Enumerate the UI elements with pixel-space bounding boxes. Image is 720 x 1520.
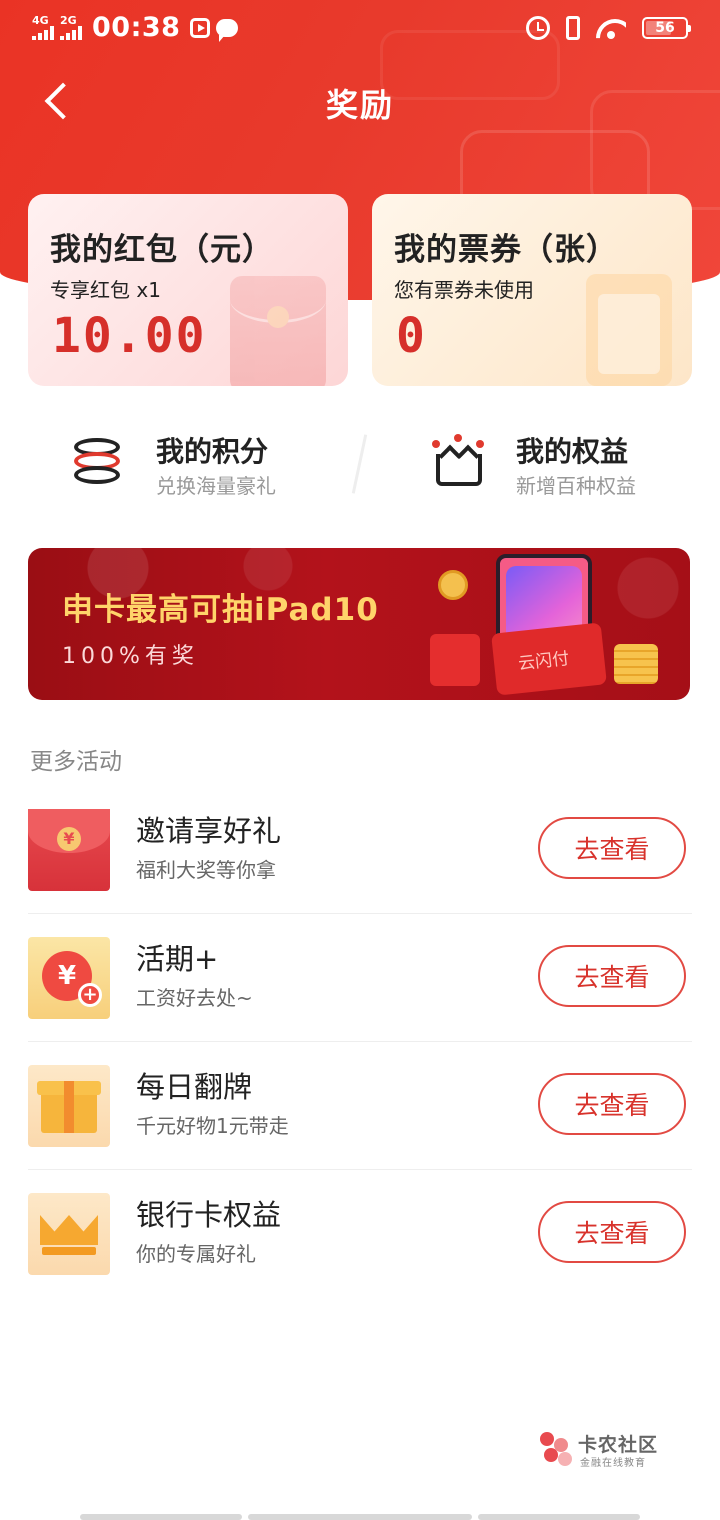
ticket-icon bbox=[586, 274, 672, 386]
coins-icon bbox=[70, 434, 126, 490]
gesture-bar bbox=[80, 1514, 242, 1520]
message-icon bbox=[216, 18, 239, 42]
view-button[interactable]: 去查看 bbox=[538, 945, 686, 1007]
page-title: 奖励 bbox=[325, 86, 394, 124]
community-logo-icon bbox=[540, 1432, 574, 1466]
red-packet-card[interactable]: 我的红包（元） 专享红包 x1 10.00 bbox=[28, 194, 348, 386]
benefits-title: 我的权益 bbox=[516, 435, 629, 468]
wifi-icon bbox=[596, 17, 626, 39]
points-title: 我的积分 bbox=[156, 435, 269, 468]
activity-subtitle: 福利大奖等你拿 bbox=[136, 858, 276, 882]
view-button[interactable]: 去查看 bbox=[538, 817, 686, 879]
red-envelope-icon bbox=[28, 809, 110, 891]
promo-banner[interactable]: 申卡最高可抽iPad10 100%有奖 云闪付 bbox=[28, 548, 690, 700]
activity-title: 邀请享好礼 bbox=[136, 814, 282, 848]
red-packet-amount: 10.00 bbox=[52, 308, 207, 364]
crown-icon bbox=[430, 434, 486, 490]
coin-icon bbox=[438, 570, 468, 600]
yuan-coin-plus-icon: ¥ + bbox=[28, 937, 110, 1019]
video-app-icon bbox=[190, 17, 211, 38]
benefits-entry[interactable]: 我的权益 新增百种权益 bbox=[400, 420, 720, 510]
coupon-title: 我的票券（张） bbox=[394, 232, 618, 268]
gift-box-icon bbox=[28, 1065, 110, 1147]
list-item: 银行卡权益 你的专属好礼 去查看 bbox=[28, 1170, 692, 1298]
status-time: 00:38 bbox=[92, 12, 181, 43]
red-envelope-icon bbox=[430, 634, 480, 686]
red-envelope-icon bbox=[230, 276, 326, 386]
navigation-bar: 奖励 bbox=[0, 66, 720, 136]
benefits-subtitle: 新增百种权益 bbox=[516, 474, 636, 498]
gift-box-label: 云闪付 bbox=[517, 648, 571, 675]
view-button[interactable]: 去查看 bbox=[538, 1201, 686, 1263]
cellular-signal-icon: 4G bbox=[32, 15, 54, 40]
view-button[interactable]: 去查看 bbox=[538, 1073, 686, 1135]
list-item: 每日翻牌 千元好物1元带走 去查看 bbox=[28, 1042, 692, 1170]
watermark-title: 卡农社区 bbox=[578, 1434, 659, 1456]
activity-title: 银行卡权益 bbox=[136, 1198, 282, 1232]
crown-icon bbox=[28, 1193, 110, 1275]
coin-stack-icon bbox=[614, 644, 658, 684]
red-packet-subtitle: 专享红包 x1 bbox=[50, 278, 161, 302]
points-subtitle: 兑换海量豪礼 bbox=[156, 474, 276, 498]
red-packet-title: 我的红包（元） bbox=[50, 232, 274, 268]
cellular-signal-icon: 2G bbox=[60, 15, 82, 40]
battery-icon: 56 bbox=[642, 17, 691, 39]
activity-title: 每日翻牌 bbox=[136, 1070, 253, 1104]
network-type-label: 2G bbox=[60, 14, 77, 27]
activity-subtitle: 工资好去处~ bbox=[136, 986, 253, 1010]
gift-box-icon: 云闪付 bbox=[491, 622, 607, 696]
watermark-subtitle: 金融在线教育 bbox=[580, 1458, 646, 1469]
activity-title: 活期+ bbox=[136, 942, 219, 976]
battery-level: 56 bbox=[655, 20, 675, 36]
vibrate-icon bbox=[566, 16, 580, 40]
list-item: ¥ + 活期+ 工资好去处~ 去查看 bbox=[28, 914, 692, 1042]
coupon-card[interactable]: 我的票券（张） 您有票券未使用 0 bbox=[372, 194, 692, 386]
coupon-subtitle: 您有票券未使用 bbox=[394, 278, 534, 302]
watermark: 卡农社区 金融在线教育 bbox=[540, 1430, 680, 1470]
coupon-count: 0 bbox=[396, 308, 427, 364]
activity-subtitle: 你的专属好礼 bbox=[136, 1242, 256, 1266]
section-title: 更多活动 bbox=[30, 749, 122, 775]
banner-title: 申卡最高可抽iPad10 bbox=[62, 592, 379, 628]
points-entry[interactable]: 我的积分 兑换海量豪礼 bbox=[40, 420, 360, 510]
banner-subtitle: 100%有奖 bbox=[62, 644, 199, 669]
status-bar: 4G 2G 00:38 56 bbox=[0, 0, 720, 56]
activity-subtitle: 千元好物1元带走 bbox=[136, 1114, 289, 1138]
alarm-icon bbox=[526, 16, 550, 40]
gesture-bar bbox=[478, 1514, 640, 1520]
list-item: 邀请享好礼 福利大奖等你拿 去查看 bbox=[28, 786, 692, 914]
network-type-label: 4G bbox=[32, 14, 49, 27]
gesture-bar bbox=[248, 1514, 472, 1520]
